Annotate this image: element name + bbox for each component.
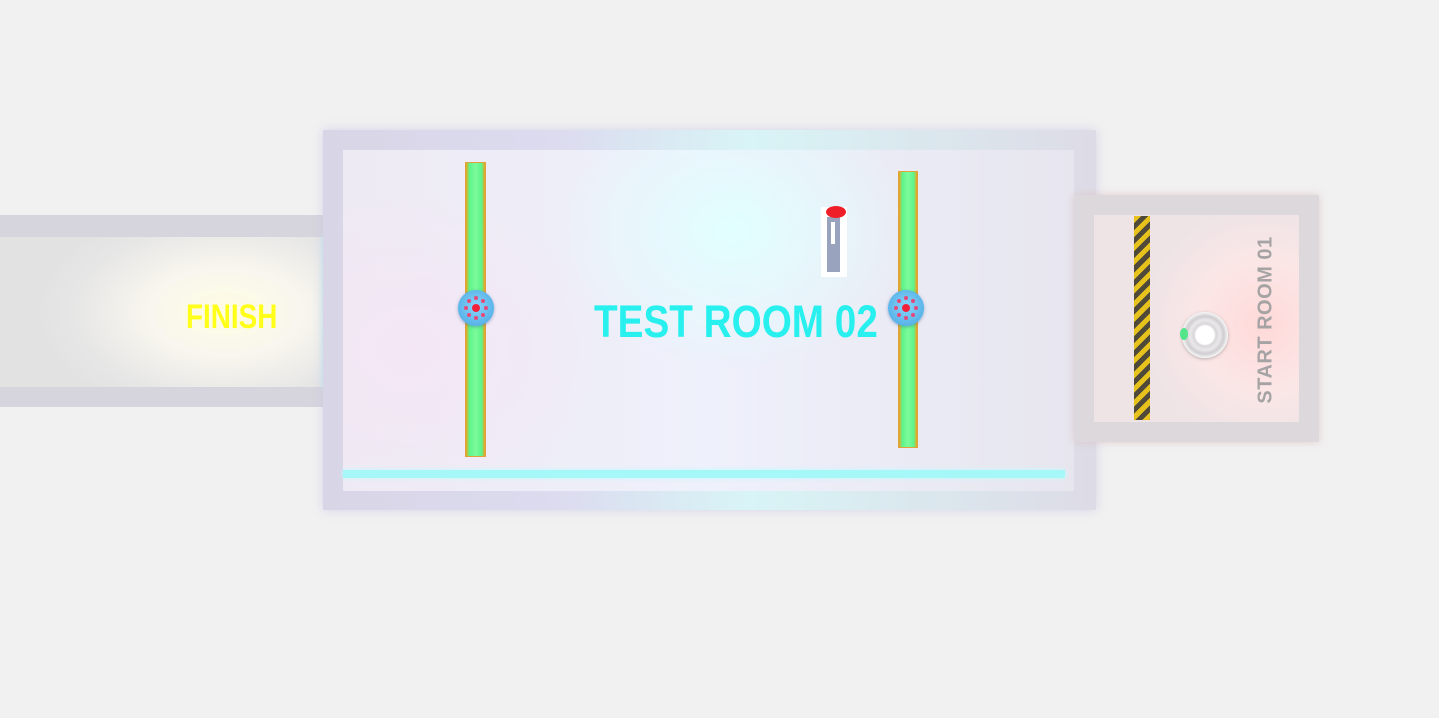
sliding-disc-right[interactable] [888, 290, 924, 326]
finish-floor [0, 237, 330, 387]
hazard-stripe [1134, 216, 1150, 420]
player-marker [1180, 328, 1188, 340]
room-title: TEST ROOM 02 [594, 296, 878, 347]
finish-label: FINISH [186, 298, 278, 336]
sliding-disc-left[interactable] [458, 290, 494, 326]
lever-slot [831, 222, 835, 244]
floor-light-strip [343, 470, 1065, 478]
start-room-label: START ROOM 01 [1254, 236, 1277, 404]
lever-knob[interactable] [826, 206, 846, 218]
spawn-ring[interactable] [1182, 312, 1228, 358]
